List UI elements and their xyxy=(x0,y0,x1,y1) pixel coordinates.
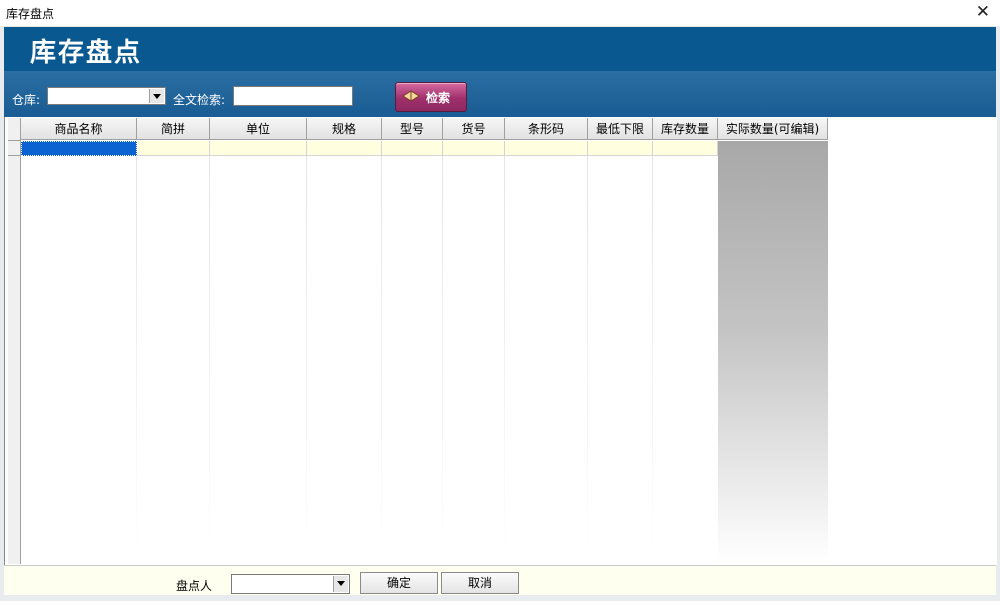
page-title: 库存盘点 xyxy=(30,38,143,68)
table-cell-name[interactable] xyxy=(21,141,137,156)
inventory-grid[interactable]: 商品名称 简拼 单位 规格 型号 货号 条形码 最低下限 库存数量 实际数量(可… xyxy=(4,117,997,565)
column-divider xyxy=(381,156,382,564)
table-cell-spec[interactable] xyxy=(307,141,382,156)
column-divider xyxy=(136,156,137,564)
column-header-barcode[interactable]: 条形码 xyxy=(505,118,588,140)
table-cell-pinyin[interactable] xyxy=(137,141,210,156)
filter-toolbar: 仓库: 全文检索: 检索 xyxy=(4,71,996,117)
search-button[interactable]: 检索 xyxy=(395,82,467,112)
ok-button[interactable]: 确定 xyxy=(360,572,438,594)
search-label: 全文检索: xyxy=(173,93,226,107)
title-bar: 库存盘点 ✕ xyxy=(0,0,1000,27)
chevron-down-icon[interactable] xyxy=(333,576,348,592)
row-selector[interactable] xyxy=(8,141,20,156)
column-header-name[interactable]: 商品名称 xyxy=(21,118,137,140)
table-cell-item-no[interactable] xyxy=(443,141,505,156)
warehouse-label: 仓库: xyxy=(12,93,41,107)
column-header-item-no[interactable]: 货号 xyxy=(443,118,505,140)
table-cell-unit[interactable] xyxy=(210,141,307,156)
column-header-pinyin[interactable]: 简拼 xyxy=(137,118,210,140)
column-divider xyxy=(209,156,210,564)
column-divider xyxy=(442,156,443,564)
search-input[interactable] xyxy=(233,86,353,106)
window-title: 库存盘点 xyxy=(6,7,55,21)
footer-bar: 盘点人 确定 取消 xyxy=(4,565,996,596)
column-divider xyxy=(306,156,307,564)
column-divider xyxy=(504,156,505,564)
header-banner: 库存盘点 xyxy=(4,27,996,71)
book-icon xyxy=(402,90,420,102)
operator-select[interactable] xyxy=(231,574,350,594)
column-header-spec[interactable]: 规格 xyxy=(307,118,382,140)
warehouse-select[interactable] xyxy=(47,87,166,105)
table-cell-barcode[interactable] xyxy=(505,141,588,156)
operator-label: 盘点人 xyxy=(176,579,213,593)
column-header-stock-qty[interactable]: 库存数量 xyxy=(653,118,718,140)
column-header-actual-qty[interactable]: 实际数量(可编辑) xyxy=(718,118,828,140)
column-header-min-limit[interactable]: 最低下限 xyxy=(588,118,653,140)
table-cell-model[interactable] xyxy=(382,141,443,156)
search-button-label: 检索 xyxy=(426,91,451,105)
column-header-unit[interactable]: 单位 xyxy=(210,118,307,140)
corner-header xyxy=(8,118,20,141)
row-header-column xyxy=(8,118,21,564)
cancel-button[interactable]: 取消 xyxy=(441,572,519,594)
column-divider xyxy=(587,156,588,564)
window-bottom-edge xyxy=(0,595,1000,601)
chevron-down-icon[interactable] xyxy=(149,89,164,103)
column-divider xyxy=(652,156,653,564)
close-icon[interactable]: ✕ xyxy=(976,2,990,22)
column-header-model[interactable]: 型号 xyxy=(382,118,443,140)
table-cell-min-limit[interactable] xyxy=(588,141,653,156)
table-cell-stock-qty[interactable] xyxy=(653,141,718,156)
actual-qty-column[interactable] xyxy=(718,141,828,563)
